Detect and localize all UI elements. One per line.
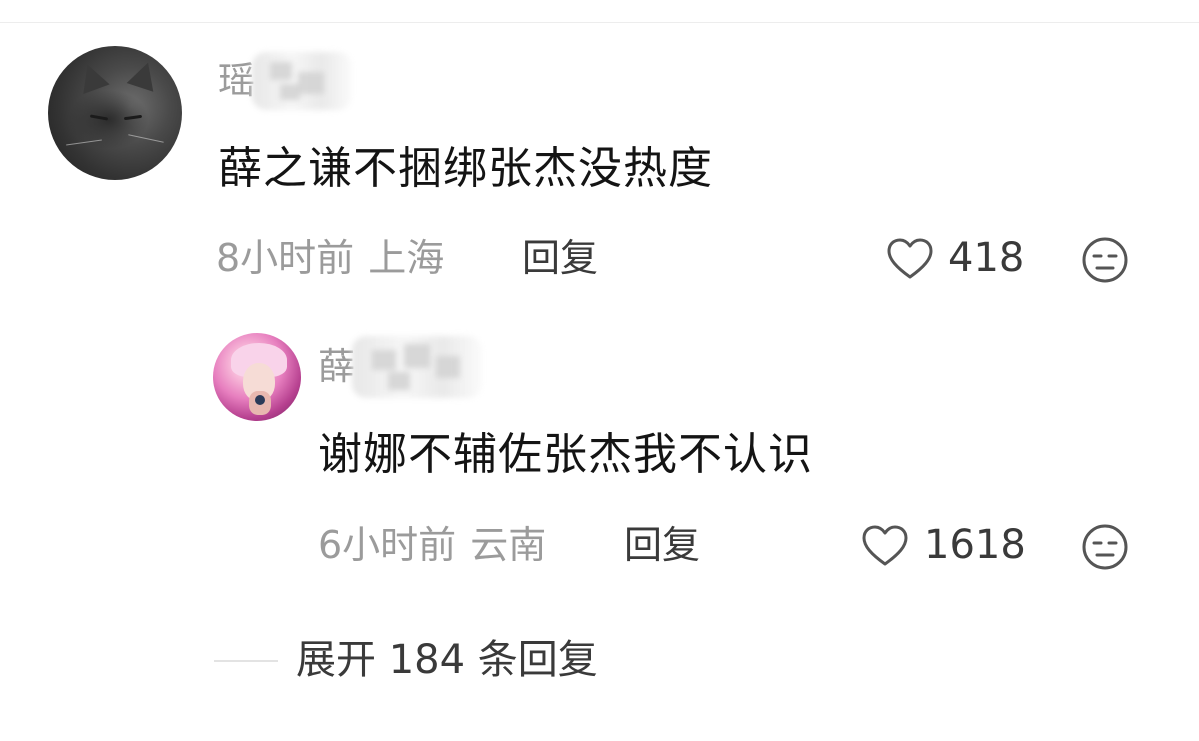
like-count: 1618 [924,522,1026,568]
blur-block [372,350,396,370]
reply-button[interactable]: 回复 [624,526,700,564]
avatar-decoration [66,139,102,146]
reply-text: 谢娜不辅佐张杰我不认识 [318,429,813,480]
reply-button[interactable]: 回复 [522,239,598,277]
avatar[interactable] [48,46,182,180]
top-divider [0,22,1199,23]
avatar-decoration [126,58,162,92]
comment-text: 薛之谦不捆绑张杰没热度 [218,143,713,194]
blur-block [388,372,410,390]
avatar-decoration [123,114,143,121]
avatar[interactable] [213,333,301,421]
heart-outline-icon[interactable] [861,524,909,568]
reply-time: 6小时前 [318,523,457,567]
blur-block [436,356,460,378]
blur-block [298,72,324,94]
avatar-decoration [74,59,110,95]
blur-block [270,62,292,80]
expand-replies-button[interactable]: 展开 184 条回复 [296,640,598,680]
comment-location: 上海 [368,236,445,280]
username[interactable]: 薛 [318,348,355,385]
unamused-face-icon[interactable] [1081,236,1129,284]
like-count: 418 [948,235,1025,281]
reply-location: 云南 [470,523,547,567]
avatar-decoration [89,114,109,121]
avatar-decoration [255,395,265,405]
blur-block [404,344,430,368]
avatar-decoration [128,134,164,143]
heart-outline-icon[interactable] [886,237,934,281]
username[interactable]: 瑶 [218,62,255,99]
unamused-face-icon[interactable] [1081,523,1129,571]
username-blur-mask [252,52,352,110]
expand-divider [214,660,278,662]
username-blur-mask [352,336,482,398]
reply-meta: 6小时前 云南 [318,526,546,564]
comment-time: 8小时前 [216,236,355,280]
comment-meta: 8小时前 上海 [216,239,444,277]
blur-block [280,84,300,100]
